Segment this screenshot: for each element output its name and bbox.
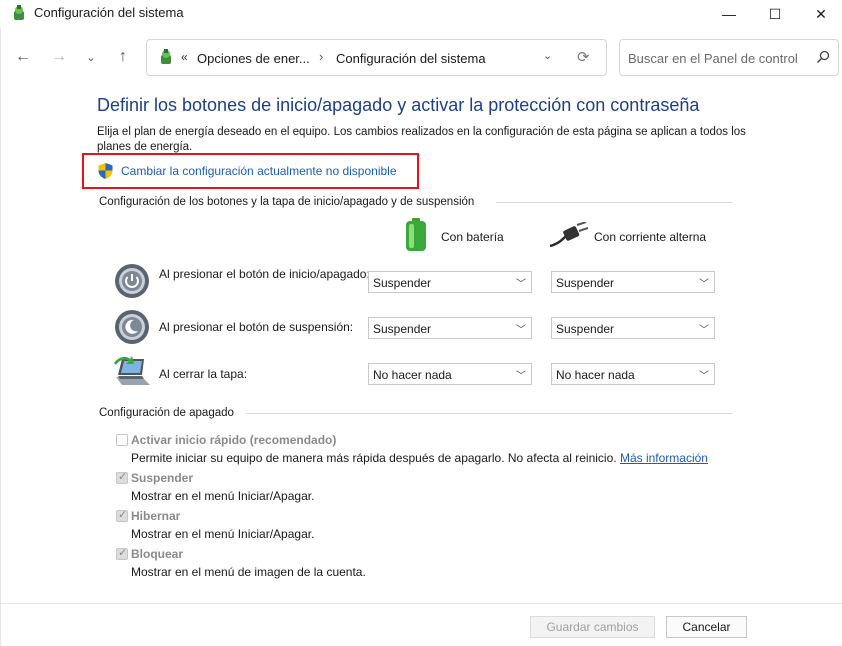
recent-locations-button[interactable]: ⌄ — [78, 45, 104, 69]
page-description: Elija el plan de energía deseado en el e… — [97, 126, 746, 153]
lid-close-ac-select[interactable]: No hacer nada ﹀ — [551, 363, 715, 385]
lock-option-label: Bloquear — [131, 547, 184, 561]
chevron-down-icon: ﹀ — [516, 371, 526, 382]
lid-close-battery-select[interactable]: No hacer nada ﹀ — [368, 363, 532, 385]
ac-column-header: Con corriente alterna — [594, 230, 707, 244]
up-button[interactable]: ↑ — [110, 45, 136, 69]
power-button-ac-select[interactable]: Suspender ﹀ — [551, 271, 715, 293]
select-value: Suspender — [556, 276, 615, 290]
overflow-chevron-icon[interactable]: « — [181, 50, 188, 64]
fast-startup-label: Activar inicio rápido (recomendado) — [131, 433, 337, 447]
section-divider — [246, 413, 732, 414]
more-info-link[interactable]: Más información — [620, 451, 708, 465]
battery-icon — [406, 218, 426, 251]
control-panel-icon — [14, 5, 24, 20]
window-border — [0, 28, 1, 646]
select-value: No hacer nada — [373, 368, 452, 382]
refresh-icon[interactable]: ⟳ — [577, 48, 590, 66]
minimize-button[interactable]: — — [706, 0, 752, 28]
search-box[interactable] — [619, 39, 839, 76]
sleep-option-label: Suspender — [131, 471, 194, 485]
section-divider — [496, 202, 732, 203]
page-title: Definir los botones de inicio/apagado y … — [97, 95, 700, 115]
sleep-option-description: Mostrar en el menú Iniciar/Apagar. — [131, 489, 315, 503]
footer-divider — [0, 603, 842, 604]
title-bar: Configuración del sistema — ☐ ✕ — [0, 0, 842, 28]
chevron-down-icon: ﹀ — [699, 325, 709, 336]
power-button-icon — [115, 264, 149, 298]
select-value: Suspender — [373, 276, 432, 290]
select-value: No hacer nada — [556, 368, 635, 382]
breadcrumb-separator-icon[interactable]: › — [319, 49, 323, 64]
sleep-button-icon — [115, 310, 149, 344]
lock-option-description: Mostrar en el menú de imagen de la cuent… — [131, 565, 366, 579]
hibernate-option-description: Mostrar en el menú Iniciar/Apagar. — [131, 527, 315, 541]
lid-close-label: Al cerrar la tapa: — [159, 367, 248, 381]
search-input[interactable] — [628, 49, 808, 67]
power-button-label: Al presionar el botón de inicio/apagado: — [159, 267, 370, 281]
sleep-button-label: Al presionar el botón de suspensión: — [159, 320, 354, 334]
fast-startup-desc-text: Permite iniciar su equipo de manera más … — [131, 451, 617, 465]
lock-option-checkbox[interactable] — [116, 546, 128, 560]
maximize-button[interactable]: ☐ — [752, 0, 798, 28]
sleep-option-checkbox[interactable] — [116, 470, 128, 484]
hibernate-option-checkbox[interactable] — [116, 508, 128, 522]
search-icon[interactable] — [816, 50, 830, 64]
select-value: Suspender — [373, 322, 432, 336]
forward-button[interactable]: → — [46, 45, 72, 69]
sleep-button-battery-select[interactable]: Suspender ﹀ — [368, 317, 532, 339]
navigation-bar: ← → ⌄ ↑ « Opciones de ener... › Configur… — [0, 36, 842, 80]
back-button[interactable]: ← — [10, 45, 36, 69]
close-button[interactable]: ✕ — [798, 0, 842, 28]
select-value: Suspender — [556, 322, 615, 336]
chevron-down-icon: ﹀ — [516, 325, 526, 336]
chevron-down-icon: ﹀ — [516, 279, 526, 290]
control-panel-icon — [161, 49, 171, 64]
battery-column-header: Con batería — [441, 230, 504, 244]
uac-shield-icon — [98, 163, 113, 179]
address-dropdown-icon[interactable]: ⌄ — [543, 49, 552, 62]
breadcrumb-system-settings[interactable]: Configuración del sistema — [336, 51, 486, 66]
fast-startup-checkbox[interactable] — [116, 434, 128, 446]
chevron-down-icon: ﹀ — [699, 371, 709, 382]
laptop-lid-icon — [114, 356, 150, 385]
power-button-battery-select[interactable]: Suspender ﹀ — [368, 271, 532, 293]
cancel-button[interactable]: Cancelar — [666, 616, 747, 638]
breadcrumb-power-options[interactable]: Opciones de ener... — [197, 51, 310, 66]
address-bar[interactable]: « Opciones de ener... › Configuración de… — [146, 39, 607, 76]
power-plug-icon — [549, 222, 588, 248]
buttons-section-title: Configuración de los botones y la tapa d… — [99, 196, 475, 208]
shutdown-section-title: Configuración de apagado — [99, 407, 234, 419]
save-changes-button[interactable]: Guardar cambios — [530, 616, 655, 638]
chevron-down-icon: ﹀ — [699, 279, 709, 290]
sleep-button-ac-select[interactable]: Suspender ﹀ — [551, 317, 715, 339]
window-title: Configuración del sistema — [34, 5, 184, 20]
fast-startup-description: Permite iniciar su equipo de manera más … — [131, 451, 708, 465]
hibernate-option-label: Hibernar — [131, 509, 181, 523]
change-unavailable-settings-link[interactable]: Cambiar la configuración actualmente no … — [121, 164, 397, 178]
